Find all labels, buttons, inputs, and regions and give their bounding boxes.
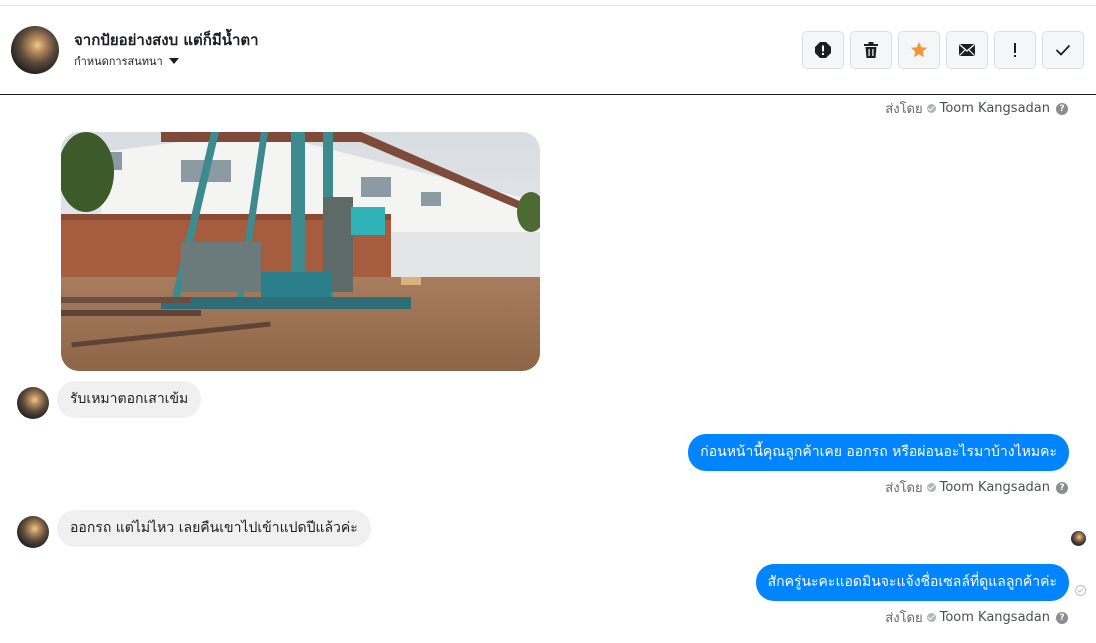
incoming-message: รับเหมาตอกเสาเข้ม	[57, 381, 202, 418]
seen-indicator-avatar	[1071, 531, 1086, 546]
done-button[interactable]	[1042, 31, 1084, 69]
sent-by-line: ส่งโดย Toom Kangsadan ?	[885, 98, 1068, 119]
trash-icon	[864, 42, 878, 58]
check-circle-icon	[926, 483, 936, 492]
sent-by-line: ส่งโดย Toom Kangsadan ?	[885, 607, 1068, 628]
sent-by-name[interactable]: Toom Kangsadan	[940, 610, 1050, 625]
star-icon	[911, 42, 927, 58]
sent-by-prefix: ส่งโดย	[885, 611, 923, 626]
report-button[interactable]	[802, 31, 844, 69]
sent-by-prefix: ส่งโดย	[885, 481, 923, 496]
customer-avatar[interactable]	[17, 387, 49, 419]
sent-by-name[interactable]: Toom Kangsadan	[940, 480, 1050, 495]
customer-avatar[interactable]	[17, 516, 49, 548]
help-icon[interactable]: ?	[1056, 102, 1068, 115]
sent-by-name[interactable]: Toom Kangsadan	[940, 101, 1050, 116]
check-circle-icon	[926, 104, 936, 113]
construction-site-photo	[61, 132, 540, 371]
photo-attachment[interactable]	[61, 132, 540, 371]
delete-button[interactable]	[850, 31, 892, 69]
check-icon	[1055, 44, 1071, 56]
conversation-title: จากปัยอย่างสงบ แต่ก็มีน้ำตา	[74, 31, 259, 49]
important-button[interactable]	[994, 31, 1036, 69]
sent-by-line: ส่งโดย Toom Kangsadan ?	[885, 477, 1068, 498]
conversation-settings-dropdown[interactable]: กำหนดการสนทนา	[74, 52, 179, 70]
star-button[interactable]	[898, 31, 940, 69]
help-icon[interactable]: ?	[1056, 481, 1068, 494]
avatar[interactable]	[11, 26, 59, 74]
exclamation-circle-icon	[815, 42, 831, 58]
outgoing-message: สักครู่นะคะแอดมินจะแจ้งชื่อเซลล์ที่ดูแลล…	[755, 564, 1069, 601]
header-toolbar	[802, 31, 1084, 69]
outgoing-message: ก่อนหน้านี้คุณลูกค้าเคย ออกรถ หรือผ่อนอะ…	[688, 434, 1069, 471]
conversation-settings-label: กำหนดการสนทนา	[74, 55, 163, 68]
incoming-message: ออกรถ แต่ไม่ไหว เลยคืนเขาไปเข้าแปดปีแล้ว…	[57, 510, 371, 547]
caret-down-icon	[168, 58, 179, 64]
mark-unread-button[interactable]	[946, 31, 988, 69]
check-circle-icon	[926, 613, 936, 622]
help-icon[interactable]: ?	[1056, 611, 1068, 624]
exclamation-icon	[1014, 43, 1016, 57]
conversation-header: จากปัยอย่างสงบ แต่ก็มีน้ำตา กำหนดการสนทน…	[0, 6, 1096, 95]
sent-by-prefix: ส่งโดย	[885, 102, 923, 117]
envelope-icon	[959, 43, 975, 56]
sent-check-icon	[1075, 585, 1086, 596]
